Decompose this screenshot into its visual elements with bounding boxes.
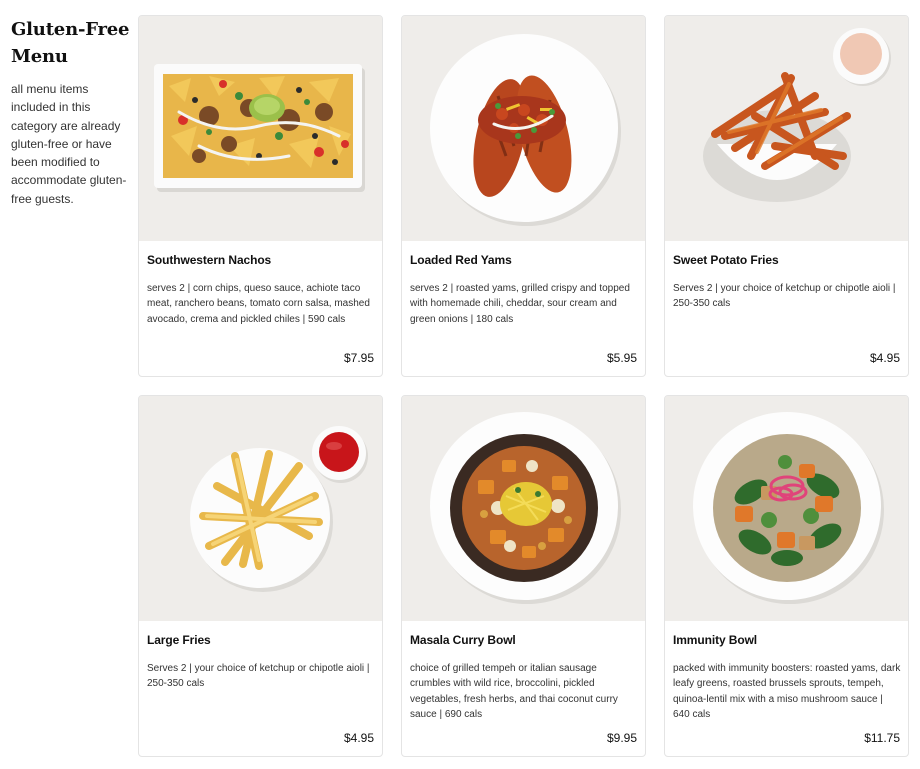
- sweet-potato-fries-photo[interactable]: [665, 16, 908, 241]
- item-description: choice of grilled tempeh or italian saus…: [410, 663, 618, 720]
- menu-card-southwestern-nachos[interactable]: Southwestern Nachos serves 2 | corn chip…: [138, 15, 383, 377]
- item-description: serves 2 | roasted yams, grilled crispy …: [410, 283, 630, 325]
- item-name[interactable]: Loaded Red Yams: [410, 253, 512, 267]
- category-sidebar: Gluten-Free Menu all menu items included…: [11, 16, 133, 208]
- category-title: Gluten-Free Menu: [11, 19, 130, 67]
- item-name[interactable]: Immunity Bowl: [673, 633, 757, 647]
- item-name[interactable]: Large Fries: [147, 633, 211, 647]
- item-description: serves 2 | corn chips, queso sauce, achi…: [147, 283, 370, 325]
- item-name[interactable]: Sweet Potato Fries: [673, 253, 779, 267]
- menu-card-immunity-bowl[interactable]: Immunity Bowl packed with immunity boost…: [664, 395, 909, 757]
- item-price: $7.95: [343, 351, 374, 365]
- item-price: $9.95: [606, 731, 637, 745]
- item-name[interactable]: Southwestern Nachos: [147, 253, 271, 267]
- item-description: packed with immunity boosters: roasted y…: [673, 663, 901, 720]
- item-name[interactable]: Masala Curry Bowl: [410, 633, 516, 647]
- item-price: $5.95: [606, 351, 637, 365]
- menu-card-loaded-red-yams[interactable]: Loaded Red Yams serves 2 | roasted yams,…: [401, 15, 646, 377]
- item-price: $11.75: [864, 731, 900, 745]
- item-price: $4.95: [343, 731, 374, 745]
- immunity-bowl-photo[interactable]: [665, 396, 908, 621]
- nachos-photo[interactable]: [139, 16, 382, 241]
- red-yams-photo[interactable]: [402, 16, 645, 241]
- item-price: $4.95: [869, 351, 900, 365]
- category-description: all menu items included in this category…: [11, 82, 127, 206]
- item-description: Serves 2 | your choice of ketchup or chi…: [147, 663, 370, 690]
- item-description: Serves 2 | your choice of ketchup or chi…: [673, 283, 896, 310]
- large-fries-photo[interactable]: [139, 396, 382, 621]
- menu-card-masala-curry-bowl[interactable]: Masala Curry Bowl choice of grilled temp…: [401, 395, 646, 757]
- menu-card-sweet-potato-fries[interactable]: Sweet Potato Fries Serves 2 | your choic…: [664, 15, 909, 377]
- masala-curry-bowl-photo[interactable]: [402, 396, 645, 621]
- menu-card-large-fries[interactable]: Large Fries Serves 2 | your choice of ke…: [138, 395, 383, 757]
